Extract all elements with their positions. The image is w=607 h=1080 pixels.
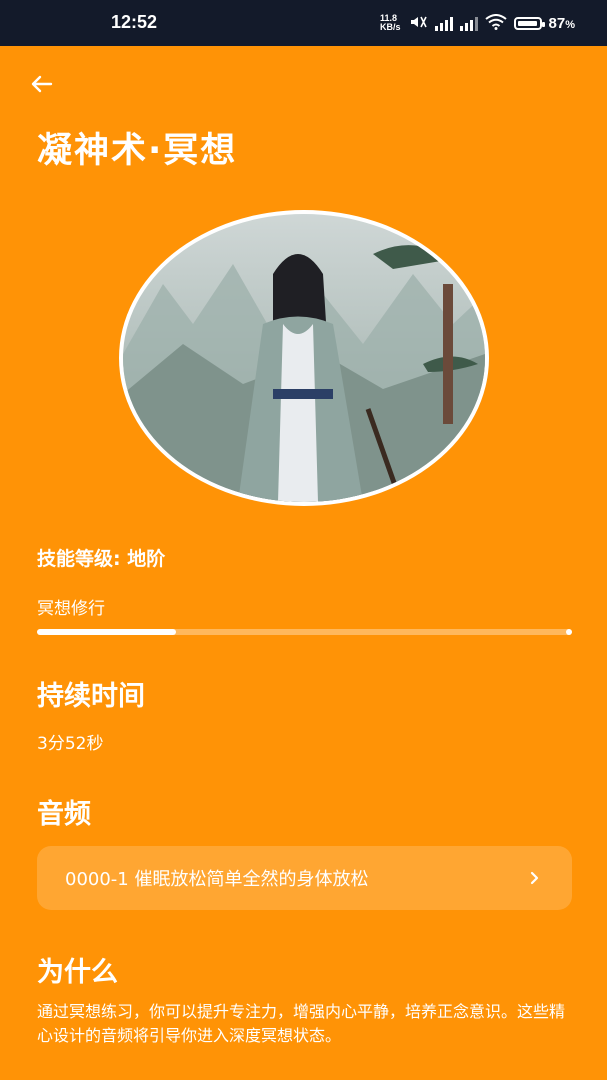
skill-level: 技能等级: 地阶 [37, 548, 166, 570]
network-speed: 11.8 KB/s [380, 14, 401, 32]
page-title: 凝神术·冥想 [37, 131, 238, 171]
battery-icon [513, 16, 545, 30]
mute-icon [408, 14, 428, 33]
signal-icon [434, 15, 453, 31]
back-arrow-icon [31, 75, 53, 93]
progress-end-dot [566, 629, 572, 635]
progress-bar [37, 629, 572, 635]
status-bar: 12:52 11.8 KB/s 87% [0, 0, 607, 46]
back-button[interactable] [26, 68, 58, 100]
progress-label: 冥想修行 [37, 599, 105, 619]
signal-icon-2 [459, 15, 478, 31]
chevron-right-icon [530, 871, 539, 885]
why-heading: 为什么 [37, 957, 118, 988]
wifi-icon [484, 13, 507, 33]
network-speed-unit: KB/s [380, 22, 401, 32]
status-icons: 11.8 KB/s 87% [380, 10, 575, 36]
audio-heading: 音频 [37, 799, 91, 830]
audio-track-name: 0000-1 催眠放松简单全然的身体放松 [65, 869, 369, 890]
why-description: 通过冥想练习，你可以提升专注力，增强内心平静，培养正念意识。这些精心设计的音频将… [37, 1002, 566, 1045]
audio-track-item[interactable]: 0000-1 催眠放松简单全然的身体放松 [37, 846, 572, 910]
progress-fill [37, 629, 177, 635]
battery-percent: 87% [548, 14, 575, 32]
duration-value: 3分52秒 [37, 734, 104, 754]
skill-illustration [119, 210, 489, 506]
duration-heading: 持续时间 [37, 681, 145, 712]
status-time: 12:52 [111, 12, 158, 32]
